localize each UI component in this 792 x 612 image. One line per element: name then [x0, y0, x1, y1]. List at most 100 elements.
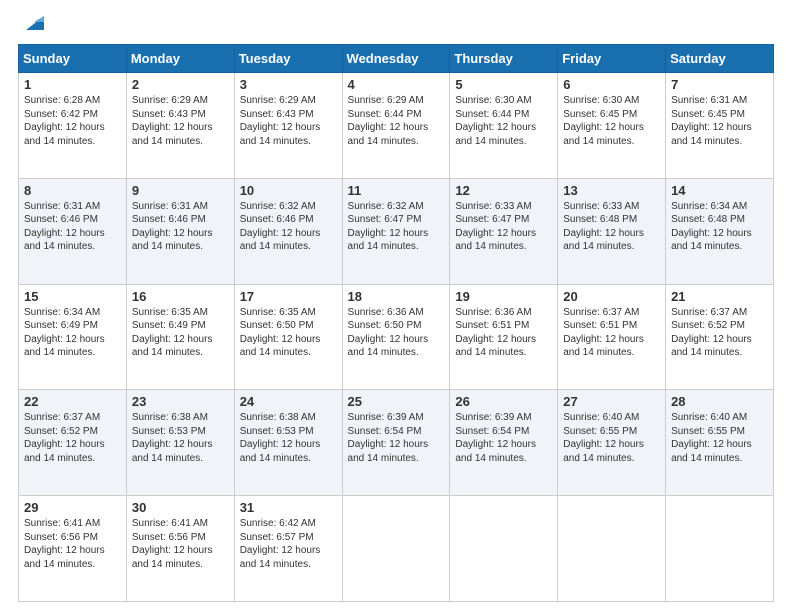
calendar-cell: [450, 496, 558, 602]
calendar-cell: 24 Sunrise: 6:38 AMSunset: 6:53 PMDaylig…: [234, 390, 342, 496]
day-number: 17: [240, 289, 337, 304]
day-number: 27: [563, 394, 660, 409]
calendar-cell: 22 Sunrise: 6:37 AMSunset: 6:52 PMDaylig…: [19, 390, 127, 496]
calendar-day-header: Thursday: [450, 45, 558, 73]
calendar-cell: 4 Sunrise: 6:29 AMSunset: 6:44 PMDayligh…: [342, 73, 450, 179]
calendar-day-header: Tuesday: [234, 45, 342, 73]
day-number: 9: [132, 183, 229, 198]
day-number: 3: [240, 77, 337, 92]
calendar-cell: 11 Sunrise: 6:32 AMSunset: 6:47 PMDaylig…: [342, 178, 450, 284]
calendar-cell: 16 Sunrise: 6:35 AMSunset: 6:49 PMDaylig…: [126, 284, 234, 390]
calendar-week-row: 8 Sunrise: 6:31 AMSunset: 6:46 PMDayligh…: [19, 178, 774, 284]
day-number: 28: [671, 394, 768, 409]
day-number: 25: [348, 394, 445, 409]
calendar-cell: 8 Sunrise: 6:31 AMSunset: 6:46 PMDayligh…: [19, 178, 127, 284]
day-number: 11: [348, 183, 445, 198]
day-number: 13: [563, 183, 660, 198]
day-number: 15: [24, 289, 121, 304]
day-number: 5: [455, 77, 552, 92]
calendar-cell: 28 Sunrise: 6:40 AMSunset: 6:55 PMDaylig…: [666, 390, 774, 496]
day-detail: Sunrise: 6:34 AMSunset: 6:49 PMDaylight:…: [24, 307, 105, 359]
calendar-week-row: 15 Sunrise: 6:34 AMSunset: 6:49 PMDaylig…: [19, 284, 774, 390]
day-detail: Sunrise: 6:31 AMSunset: 6:46 PMDaylight:…: [132, 201, 213, 253]
day-detail: Sunrise: 6:31 AMSunset: 6:45 PMDaylight:…: [671, 95, 752, 147]
calendar-cell: [558, 496, 666, 602]
calendar-cell: 12 Sunrise: 6:33 AMSunset: 6:47 PMDaylig…: [450, 178, 558, 284]
day-number: 14: [671, 183, 768, 198]
calendar-cell: 23 Sunrise: 6:38 AMSunset: 6:53 PMDaylig…: [126, 390, 234, 496]
day-detail: Sunrise: 6:41 AMSunset: 6:56 PMDaylight:…: [24, 518, 105, 570]
day-number: 16: [132, 289, 229, 304]
calendar-cell: 6 Sunrise: 6:30 AMSunset: 6:45 PMDayligh…: [558, 73, 666, 179]
calendar-cell: [342, 496, 450, 602]
day-detail: Sunrise: 6:29 AMSunset: 6:43 PMDaylight:…: [132, 95, 213, 147]
day-detail: Sunrise: 6:29 AMSunset: 6:43 PMDaylight:…: [240, 95, 321, 147]
day-detail: Sunrise: 6:35 AMSunset: 6:49 PMDaylight:…: [132, 307, 213, 359]
page: SundayMondayTuesdayWednesdayThursdayFrid…: [0, 0, 792, 612]
day-detail: Sunrise: 6:37 AMSunset: 6:52 PMDaylight:…: [24, 412, 105, 464]
day-number: 19: [455, 289, 552, 304]
day-detail: Sunrise: 6:35 AMSunset: 6:50 PMDaylight:…: [240, 307, 321, 359]
day-number: 30: [132, 500, 229, 515]
day-detail: Sunrise: 6:30 AMSunset: 6:45 PMDaylight:…: [563, 95, 644, 147]
calendar-day-header: Sunday: [19, 45, 127, 73]
calendar-week-row: 1 Sunrise: 6:28 AMSunset: 6:42 PMDayligh…: [19, 73, 774, 179]
calendar-cell: 29 Sunrise: 6:41 AMSunset: 6:56 PMDaylig…: [19, 496, 127, 602]
day-detail: Sunrise: 6:38 AMSunset: 6:53 PMDaylight:…: [132, 412, 213, 464]
logo-icon: [22, 8, 48, 34]
day-detail: Sunrise: 6:31 AMSunset: 6:46 PMDaylight:…: [24, 201, 105, 253]
day-number: 26: [455, 394, 552, 409]
calendar-day-header: Friday: [558, 45, 666, 73]
day-detail: Sunrise: 6:39 AMSunset: 6:54 PMDaylight:…: [348, 412, 429, 464]
calendar-week-row: 22 Sunrise: 6:37 AMSunset: 6:52 PMDaylig…: [19, 390, 774, 496]
day-number: 21: [671, 289, 768, 304]
day-number: 24: [240, 394, 337, 409]
day-number: 31: [240, 500, 337, 515]
calendar-cell: 17 Sunrise: 6:35 AMSunset: 6:50 PMDaylig…: [234, 284, 342, 390]
calendar-cell: 5 Sunrise: 6:30 AMSunset: 6:44 PMDayligh…: [450, 73, 558, 179]
calendar-cell: 7 Sunrise: 6:31 AMSunset: 6:45 PMDayligh…: [666, 73, 774, 179]
day-number: 12: [455, 183, 552, 198]
day-number: 23: [132, 394, 229, 409]
calendar-cell: 31 Sunrise: 6:42 AMSunset: 6:57 PMDaylig…: [234, 496, 342, 602]
calendar-cell: 18 Sunrise: 6:36 AMSunset: 6:50 PMDaylig…: [342, 284, 450, 390]
day-detail: Sunrise: 6:33 AMSunset: 6:48 PMDaylight:…: [563, 201, 644, 253]
calendar-cell: 14 Sunrise: 6:34 AMSunset: 6:48 PMDaylig…: [666, 178, 774, 284]
day-number: 10: [240, 183, 337, 198]
calendar-cell: 27 Sunrise: 6:40 AMSunset: 6:55 PMDaylig…: [558, 390, 666, 496]
calendar-cell: 3 Sunrise: 6:29 AMSunset: 6:43 PMDayligh…: [234, 73, 342, 179]
day-detail: Sunrise: 6:40 AMSunset: 6:55 PMDaylight:…: [671, 412, 752, 464]
day-detail: Sunrise: 6:29 AMSunset: 6:44 PMDaylight:…: [348, 95, 429, 147]
day-number: 6: [563, 77, 660, 92]
day-detail: Sunrise: 6:32 AMSunset: 6:47 PMDaylight:…: [348, 201, 429, 253]
day-detail: Sunrise: 6:42 AMSunset: 6:57 PMDaylight:…: [240, 518, 321, 570]
calendar-week-row: 29 Sunrise: 6:41 AMSunset: 6:56 PMDaylig…: [19, 496, 774, 602]
day-detail: Sunrise: 6:37 AMSunset: 6:51 PMDaylight:…: [563, 307, 644, 359]
day-detail: Sunrise: 6:36 AMSunset: 6:51 PMDaylight:…: [455, 307, 536, 359]
calendar-cell: 21 Sunrise: 6:37 AMSunset: 6:52 PMDaylig…: [666, 284, 774, 390]
calendar-cell: [666, 496, 774, 602]
day-detail: Sunrise: 6:32 AMSunset: 6:46 PMDaylight:…: [240, 201, 321, 253]
day-detail: Sunrise: 6:30 AMSunset: 6:44 PMDaylight:…: [455, 95, 536, 147]
day-detail: Sunrise: 6:38 AMSunset: 6:53 PMDaylight:…: [240, 412, 321, 464]
calendar-cell: 9 Sunrise: 6:31 AMSunset: 6:46 PMDayligh…: [126, 178, 234, 284]
calendar-header-row: SundayMondayTuesdayWednesdayThursdayFrid…: [19, 45, 774, 73]
calendar-cell: 30 Sunrise: 6:41 AMSunset: 6:56 PMDaylig…: [126, 496, 234, 602]
day-number: 18: [348, 289, 445, 304]
day-detail: Sunrise: 6:40 AMSunset: 6:55 PMDaylight:…: [563, 412, 644, 464]
calendar-cell: 2 Sunrise: 6:29 AMSunset: 6:43 PMDayligh…: [126, 73, 234, 179]
calendar-table: SundayMondayTuesdayWednesdayThursdayFrid…: [18, 44, 774, 602]
day-number: 20: [563, 289, 660, 304]
day-detail: Sunrise: 6:28 AMSunset: 6:42 PMDaylight:…: [24, 95, 105, 147]
day-number: 2: [132, 77, 229, 92]
calendar-day-header: Wednesday: [342, 45, 450, 73]
calendar-cell: 10 Sunrise: 6:32 AMSunset: 6:46 PMDaylig…: [234, 178, 342, 284]
day-detail: Sunrise: 6:33 AMSunset: 6:47 PMDaylight:…: [455, 201, 536, 253]
day-number: 8: [24, 183, 121, 198]
calendar-cell: 20 Sunrise: 6:37 AMSunset: 6:51 PMDaylig…: [558, 284, 666, 390]
day-detail: Sunrise: 6:41 AMSunset: 6:56 PMDaylight:…: [132, 518, 213, 570]
header: [18, 18, 774, 34]
day-number: 7: [671, 77, 768, 92]
logo: [18, 18, 48, 34]
day-number: 4: [348, 77, 445, 92]
